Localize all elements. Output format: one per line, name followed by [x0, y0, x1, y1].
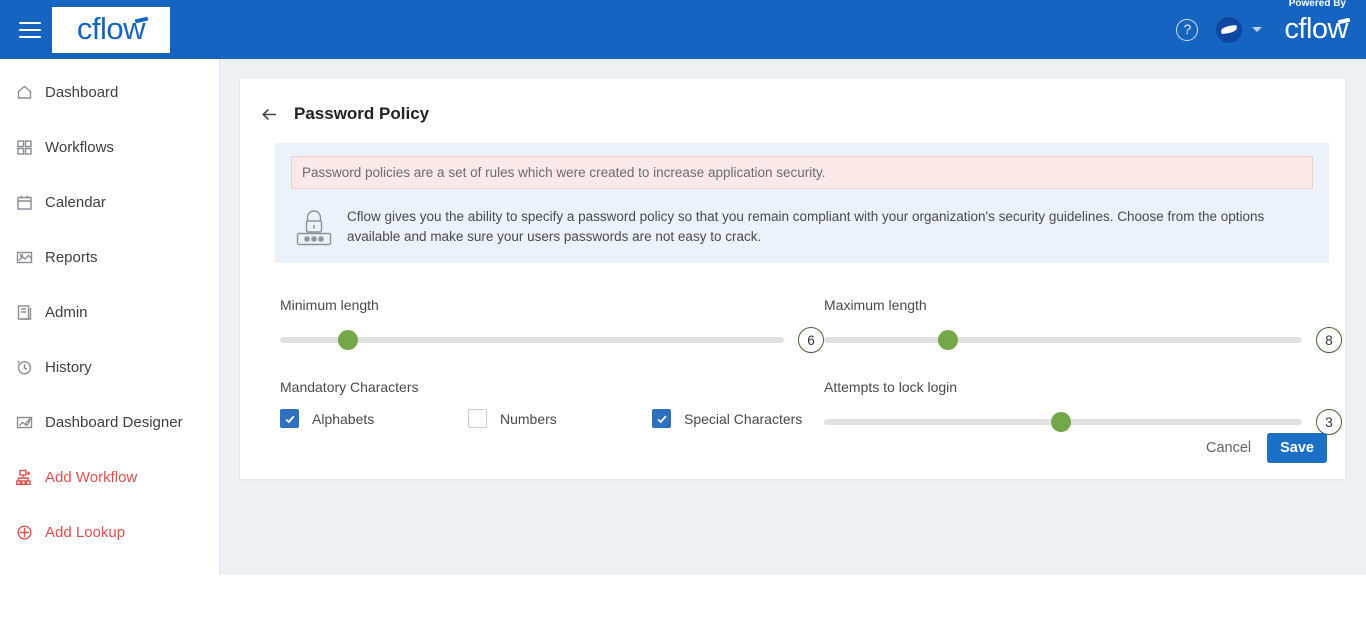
brand-logo-label: cflow: [1284, 13, 1348, 45]
checkbox-special-characters[interactable]: Special Characters: [652, 409, 802, 428]
main-content: Password Policy Password policies are a …: [220, 59, 1366, 575]
card-footer: Cancel Save: [1196, 433, 1327, 463]
field-maximum-length: Maximum length 8: [824, 297, 1342, 353]
back-arrow-icon[interactable]: [260, 105, 279, 124]
sidebar-item-add-workflow[interactable]: Add Workflow: [0, 460, 219, 494]
sidebar-item-workflows[interactable]: Workflows: [0, 130, 219, 164]
sidebar-item-dashboard-designer[interactable]: Dashboard Designer: [0, 405, 219, 439]
save-button[interactable]: Save: [1267, 433, 1327, 463]
maximum-length-row: 8: [824, 327, 1342, 353]
form-grid: Minimum length 6 Maximum length 8 Mandat…: [260, 297, 1342, 461]
powered-by-label: Powered By: [1288, 0, 1346, 9]
card-header: Password Policy: [240, 79, 1345, 124]
sidebar-item-dashboard[interactable]: Dashboard: [0, 75, 219, 109]
maximum-length-value: 8: [1316, 327, 1342, 353]
help-circle-icon[interactable]: ?: [1176, 18, 1199, 41]
sidebar-label: Reports: [45, 248, 98, 266]
avatar-glyph: [1221, 24, 1238, 35]
sidebar-label: Workflows: [45, 138, 114, 156]
add-workflow-icon: [16, 469, 33, 486]
slider-thumb[interactable]: [938, 330, 959, 350]
field-minimum-length: Minimum length 6: [280, 297, 824, 353]
mandatory-characters-options: Alphabets Numbers Special Characters: [280, 409, 824, 428]
sidebar-item-history[interactable]: History: [0, 350, 219, 384]
cflow-logo-label: cflow: [76, 11, 146, 46]
sidebar-label: History: [45, 358, 92, 376]
cflow-logo[interactable]: cflow: [52, 6, 170, 53]
add-lookup-icon: [16, 524, 33, 541]
maximum-length-slider[interactable]: [824, 330, 1302, 350]
slider-thumb[interactable]: [1050, 412, 1071, 432]
password-lock-icon: [295, 208, 333, 248]
checkbox-alphabets[interactable]: Alphabets: [280, 409, 468, 428]
minimum-length-value: 6: [798, 327, 824, 353]
book-icon: [16, 304, 33, 321]
top-bar-right: ? Powered By cflow: [1176, 0, 1366, 59]
sidebar-label: Add Workflow: [45, 468, 138, 486]
checkbox-label: Special Characters: [684, 410, 803, 427]
sidebar-item-calendar[interactable]: Calendar: [0, 185, 219, 219]
checkbox-label: Alphabets: [312, 410, 375, 427]
sidebar-label: Dashboard Designer: [45, 413, 183, 431]
sidebar-label: Dashboard: [45, 83, 119, 101]
cflow-logo-text: cflow: [76, 11, 149, 46]
slider-thumb[interactable]: [338, 330, 359, 350]
brand-logo-text: cflow: [1284, 13, 1351, 45]
minimum-length-row: 6: [280, 327, 824, 353]
clock-history-icon: [16, 359, 33, 376]
sidebar-item-reports[interactable]: Reports: [0, 240, 219, 274]
alert-banner: Password policies are a set of rules whi…: [291, 156, 1313, 189]
sidebar-label: Calendar: [45, 193, 106, 211]
powered-by-brand: Powered By cflow: [1284, 0, 1358, 45]
sidebar-label: Add Lookup: [45, 523, 126, 541]
minimum-length-label: Minimum length: [280, 297, 379, 313]
info-panel: Password policies are a set of rules whi…: [275, 143, 1329, 263]
chevron-down-icon[interactable]: [1252, 27, 1263, 32]
checkbox-numbers[interactable]: Numbers: [468, 409, 652, 428]
password-policy-form: Minimum length 6 Maximum length 8 Mandat…: [240, 297, 1345, 461]
mandatory-characters-label: Mandatory Characters: [280, 379, 419, 395]
grid-icon: [16, 139, 33, 156]
sidebar-item-admin[interactable]: Admin: [0, 295, 219, 329]
field-attempts-to-lock-login: Attempts to lock login 3: [824, 379, 1342, 435]
attempts-to-lock-login-label: Attempts to lock login: [824, 379, 958, 395]
attempts-to-lock-login-value: 3: [1316, 409, 1342, 435]
info-text: Cflow gives you the ability to specify a…: [347, 209, 1265, 244]
field-mandatory-characters: Mandatory Characters Alphabets Numbers S…: [280, 379, 824, 435]
sidebar: Dashboard Workflows Calendar Reports Adm…: [0, 59, 220, 575]
report-image-icon: [16, 249, 33, 266]
sidebar-label: Admin: [45, 303, 88, 321]
sidebar-item-add-lookup[interactable]: Add Lookup: [0, 515, 219, 549]
checkbox-box: [468, 409, 487, 428]
attempts-to-lock-login-row: 3: [824, 409, 1342, 435]
top-bar: cflow ? Powered By cflow: [0, 0, 1366, 59]
hamburger-menu-icon[interactable]: [19, 21, 41, 38]
home-icon: [16, 84, 33, 101]
attempts-to-lock-login-slider[interactable]: [824, 412, 1302, 432]
dashboard-designer-icon: [16, 414, 33, 431]
password-policy-card: Password Policy Password policies are a …: [240, 79, 1345, 479]
minimum-length-slider[interactable]: [280, 330, 784, 350]
calendar-icon: [16, 194, 33, 211]
checkbox-box: [652, 409, 671, 428]
page-title: Password Policy: [294, 104, 430, 123]
cancel-button[interactable]: Cancel: [1196, 434, 1261, 462]
maximum-length-label: Maximum length: [824, 297, 927, 313]
info-row: Cflow gives you the ability to specify a…: [291, 207, 1313, 248]
checkbox-label: Numbers: [500, 410, 557, 427]
user-avatar[interactable]: [1216, 16, 1243, 43]
checkbox-box: [280, 409, 299, 428]
slider-track: [824, 337, 1302, 343]
